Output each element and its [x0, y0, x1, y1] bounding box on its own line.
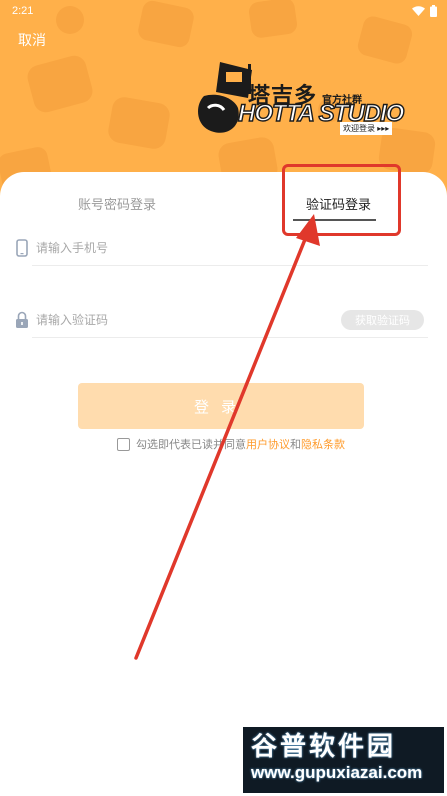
watermark-url: www.gupuxiazai.com	[251, 763, 423, 782]
watermark-title: 谷普软件园	[251, 731, 397, 761]
watermark: 谷普软件园 www.gupuxiazai.com	[243, 727, 444, 793]
annotation-arrow	[134, 214, 320, 660]
